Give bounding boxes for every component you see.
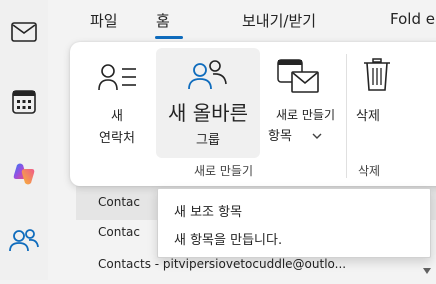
app-rail: [0, 0, 48, 280]
group-label-delete: 삭제: [358, 164, 381, 178]
mail-nav-button[interactable]: [0, 10, 48, 54]
chevron-down-icon[interactable]: [312, 132, 322, 140]
list-item-text: Contacts - pitvipersiovetocuddle@outlo..…: [98, 257, 347, 271]
new-items-label-2: 항목: [268, 129, 292, 144]
mail-icon: [11, 22, 37, 42]
tab-file[interactable]: 파일: [90, 10, 118, 31]
tab-home[interactable]: 홈: [156, 10, 170, 31]
list-item-text: Contac: [98, 225, 140, 239]
new-group-button[interactable]: 새 올바른 그룹: [156, 48, 260, 158]
active-tab-indicator: [155, 36, 183, 39]
new-items-icon: [277, 59, 319, 93]
new-contact-label-1: 새: [111, 109, 123, 124]
new-items-label-1: 새로 만들기: [276, 108, 336, 122]
tooltip-title: 새 보조 항목: [174, 205, 243, 220]
ribbon-panel: 새 연락처 새 올바른 그룹 새로 만들기 항목 삭제 새로 만들기 삭제: [70, 42, 436, 186]
delete-icon: [364, 58, 390, 91]
contact-card-icon: [98, 64, 136, 91]
new-contact-label-2: 연락처: [99, 131, 135, 146]
copilot-icon: [13, 163, 35, 185]
calendar-nav-button[interactable]: [0, 80, 48, 124]
group-icon: [188, 60, 227, 90]
people-nav-button[interactable]: [0, 218, 48, 262]
calendar-icon: [12, 90, 36, 114]
new-items-button[interactable]: 새로 만들기 항목: [266, 48, 346, 158]
new-contact-button[interactable]: 새 연락처: [78, 48, 156, 158]
new-group-label-1: 새 올바른: [168, 101, 248, 125]
tooltip: 새 보조 항목 새 항목을 만듭니다.: [157, 188, 431, 258]
group-separator: [346, 54, 347, 178]
group-label-new: 새로 만들기: [194, 164, 254, 178]
tab-send-receive[interactable]: 보내기/받기: [242, 10, 316, 31]
tooltip-description: 새 항목을 만듭니다.: [174, 233, 283, 248]
copilot-nav-button[interactable]: [0, 152, 48, 196]
delete-button[interactable]: 삭제: [352, 48, 402, 158]
delete-label: 삭제: [356, 109, 380, 124]
ribbon-tabs: 파일 홈 보내기/받기 Fold e: [48, 0, 436, 46]
new-group-label-2: 그룹: [196, 133, 220, 148]
people-icon: [9, 229, 39, 252]
tab-folder[interactable]: Fold e: [390, 10, 435, 28]
list-item-text: Contac: [98, 195, 140, 209]
